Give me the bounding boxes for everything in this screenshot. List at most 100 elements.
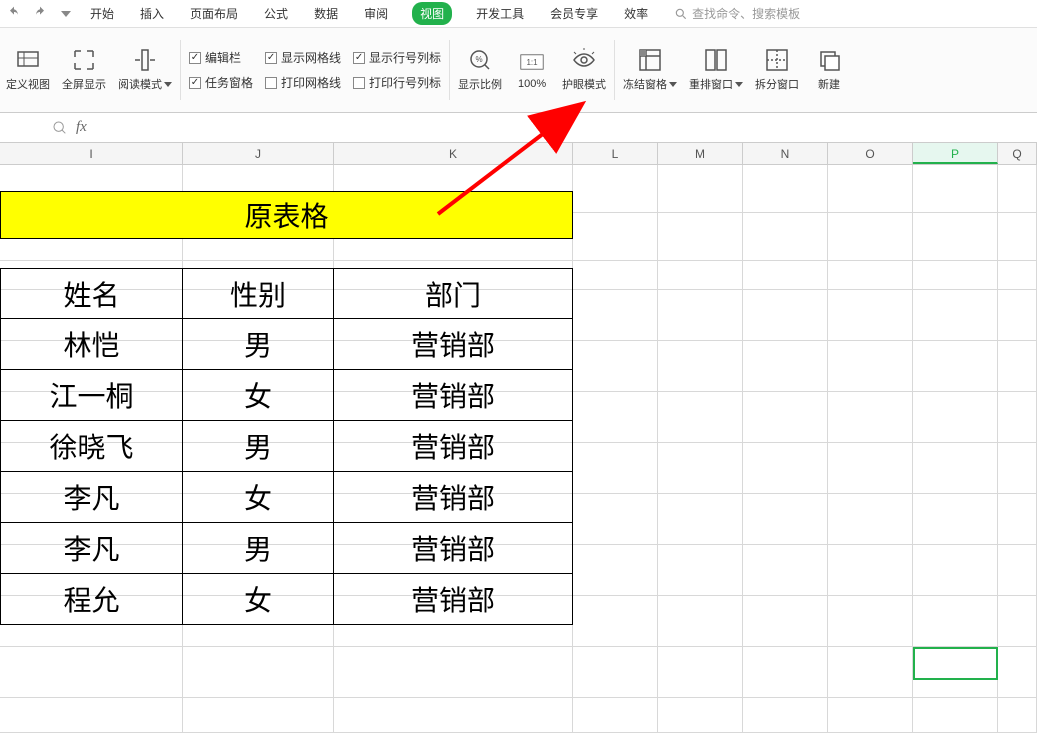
cell[interactable] [913, 494, 998, 545]
split-window-button[interactable]: 拆分窗口 [749, 28, 805, 112]
cell[interactable] [573, 596, 658, 647]
dropdown-icon[interactable] [58, 6, 74, 22]
cell[interactable] [573, 213, 658, 261]
cell[interactable] [998, 165, 1037, 213]
cell[interactable] [828, 698, 913, 733]
rearrange-window-button[interactable]: 重排窗口 [683, 28, 749, 112]
cell[interactable] [998, 596, 1037, 647]
table-cell[interactable]: 徐晓飞 [0, 421, 183, 472]
search-box[interactable]: 查找命令、搜索模板 [674, 5, 800, 22]
table-cell[interactable]: 营销部 [334, 523, 573, 574]
cell[interactable] [828, 545, 913, 596]
cell[interactable] [658, 213, 743, 261]
cell[interactable] [828, 213, 913, 261]
cell[interactable] [743, 443, 828, 494]
cell[interactable] [913, 290, 998, 341]
cell[interactable] [998, 290, 1037, 341]
column-header[interactable]: N [743, 143, 828, 164]
cell[interactable] [913, 165, 998, 213]
cell[interactable] [828, 596, 913, 647]
zoom-button[interactable]: % 显示比例 [452, 28, 508, 112]
table-cell[interactable]: 营销部 [334, 472, 573, 523]
table-cell[interactable]: 女 [183, 370, 334, 421]
cb-show-grid[interactable]: 显示网格线 [265, 49, 341, 66]
column-header[interactable]: K [334, 143, 573, 164]
cell[interactable] [828, 341, 913, 392]
cell[interactable] [828, 647, 913, 698]
formula-input[interactable] [95, 113, 997, 142]
table-cell[interactable]: 男 [183, 421, 334, 472]
cell[interactable] [573, 341, 658, 392]
column-header[interactable]: Q [998, 143, 1037, 164]
table-cell[interactable]: 李凡 [0, 472, 183, 523]
cell[interactable] [658, 341, 743, 392]
cell[interactable] [913, 647, 998, 698]
new-window-button[interactable]: 新建 [805, 28, 853, 112]
cell[interactable] [658, 545, 743, 596]
table-cell[interactable]: 程允 [0, 574, 183, 625]
table-title[interactable]: 原表格 [0, 191, 573, 239]
cell[interactable] [743, 165, 828, 213]
tab-insert[interactable]: 插入 [138, 1, 166, 26]
cell[interactable] [658, 596, 743, 647]
table-cell[interactable]: 男 [183, 523, 334, 574]
cell[interactable] [913, 261, 998, 290]
redo-icon[interactable] [32, 6, 48, 22]
table-cell[interactable]: 营销部 [334, 574, 573, 625]
table-cell[interactable]: 女 [183, 574, 334, 625]
cell[interactable] [658, 647, 743, 698]
column-header[interactable]: J [183, 143, 334, 164]
cell[interactable] [828, 290, 913, 341]
table-cell[interactable]: 李凡 [0, 523, 183, 574]
cell[interactable] [658, 290, 743, 341]
cell[interactable] [334, 698, 573, 733]
column-header[interactable]: P [913, 143, 998, 164]
cell[interactable] [573, 443, 658, 494]
cell[interactable] [998, 213, 1037, 261]
cell[interactable] [998, 698, 1037, 733]
cell[interactable] [743, 596, 828, 647]
freeze-panes-button[interactable]: 冻结窗格 [617, 28, 683, 112]
full-screen-button[interactable]: 全屏显示 [56, 28, 112, 112]
table-cell[interactable]: 林恺 [0, 319, 183, 370]
table-cell[interactable]: 营销部 [334, 421, 573, 472]
tab-data[interactable]: 数据 [312, 1, 340, 26]
cell[interactable] [998, 443, 1037, 494]
cb-print-grid[interactable]: 打印网格线 [265, 74, 341, 91]
table-cell[interactable]: 男 [183, 319, 334, 370]
custom-view-button[interactable]: 定义视图 [0, 28, 56, 112]
hundred-percent-button[interactable]: 1:1 100% [508, 28, 556, 112]
cb-show-rowcol[interactable]: 显示行号列标 [353, 49, 441, 66]
tab-formula[interactable]: 公式 [262, 1, 290, 26]
column-header[interactable]: L [573, 143, 658, 164]
cell[interactable] [573, 647, 658, 698]
table-cell[interactable]: 营销部 [334, 319, 573, 370]
table-header-cell[interactable]: 性别 [183, 268, 334, 319]
table-cell[interactable]: 江一桐 [0, 370, 183, 421]
cell[interactable] [658, 392, 743, 443]
cell[interactable] [743, 698, 828, 733]
cell[interactable] [0, 698, 183, 733]
cell[interactable] [743, 261, 828, 290]
reading-mode-button[interactable]: 阅读模式 [112, 28, 178, 112]
cell[interactable] [913, 698, 998, 733]
tab-layout[interactable]: 页面布局 [188, 1, 240, 26]
table-cell[interactable]: 女 [183, 472, 334, 523]
tab-review[interactable]: 审阅 [362, 1, 390, 26]
cell[interactable] [828, 392, 913, 443]
cell[interactable] [334, 647, 573, 698]
cb-task-pane[interactable]: 任务窗格 [189, 74, 253, 91]
tab-dev[interactable]: 开发工具 [474, 1, 526, 26]
cell[interactable] [743, 392, 828, 443]
cell[interactable] [998, 545, 1037, 596]
cell[interactable] [998, 494, 1037, 545]
cell[interactable] [998, 647, 1037, 698]
cell[interactable] [658, 698, 743, 733]
cell[interactable] [998, 392, 1037, 443]
cell[interactable] [828, 165, 913, 213]
cell[interactable] [828, 261, 913, 290]
column-header[interactable]: I [0, 143, 183, 164]
search-icon[interactable] [52, 120, 68, 136]
cell[interactable] [573, 165, 658, 213]
cell[interactable] [913, 213, 998, 261]
